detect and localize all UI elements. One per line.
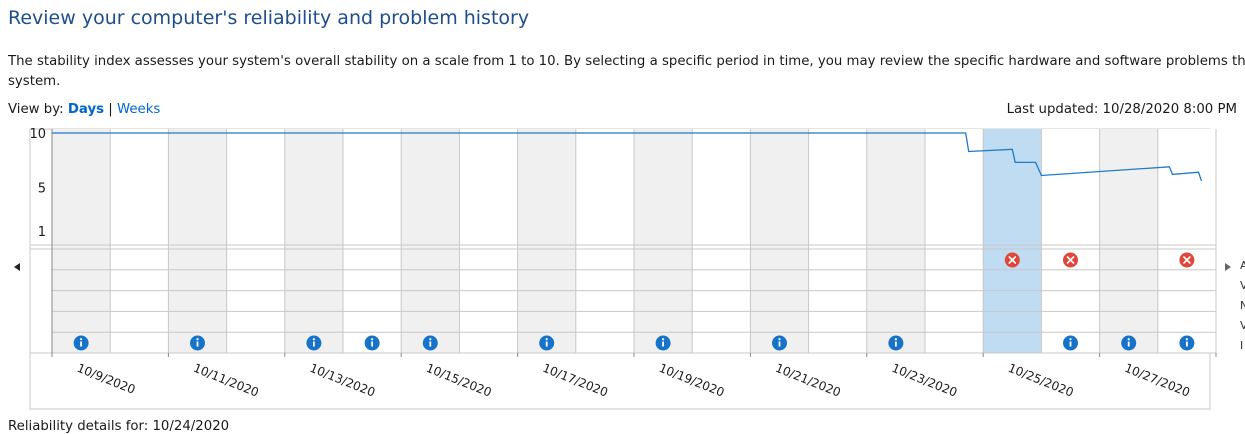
view-by-days-link[interactable]: Days <box>68 102 104 117</box>
information-event-icon[interactable] <box>190 335 205 351</box>
day-column[interactable] <box>401 129 460 353</box>
day-column[interactable] <box>1099 129 1158 353</box>
y-axis-ticks: 10 5 1 <box>29 127 46 240</box>
view-by-label: View by: <box>8 102 64 117</box>
x-axis-date-label: 10/23/2020 <box>890 361 959 400</box>
peek-letter: V <box>1240 279 1245 292</box>
x-axis-date-label: 10/27/2020 <box>1123 361 1192 400</box>
information-event-icon[interactable] <box>1179 335 1195 351</box>
x-axis-date-label: 10/15/2020 <box>424 361 493 400</box>
day-column[interactable] <box>808 129 867 353</box>
information-event-icon[interactable] <box>539 335 555 351</box>
day-column[interactable] <box>925 129 984 353</box>
day-column[interactable] <box>343 129 402 353</box>
day-column[interactable] <box>110 129 169 353</box>
y-tick-label: 10 <box>29 127 46 142</box>
y-tick-label: 1 <box>38 225 46 240</box>
page-title: Review your computer's reliability and p… <box>8 7 530 29</box>
peek-letter: A <box>1240 259 1245 272</box>
peek-letter: V <box>1240 319 1245 332</box>
day-column[interactable] <box>1157 129 1216 353</box>
description-line-1: The stability index assesses your system… <box>8 54 1245 69</box>
information-event-icon[interactable] <box>364 335 380 351</box>
information-event-icon[interactable] <box>422 335 438 351</box>
day-column[interactable] <box>284 129 343 353</box>
x-axis-date-label: 10/13/2020 <box>308 361 377 400</box>
day-column[interactable] <box>634 129 693 353</box>
x-axis-date-label: 10/19/2020 <box>657 361 726 400</box>
critical-error-icon[interactable] <box>1004 252 1020 268</box>
reliability-chart[interactable]: 10 5 1 10/9/2020 10/11/2020 10/13/2020 10/15/… <box>0 127 1245 417</box>
information-event-icon[interactable] <box>73 335 89 351</box>
information-event-icon[interactable] <box>888 335 904 351</box>
x-axis-date-label: 10/9/2020 <box>75 361 137 397</box>
page-description: The stability index assesses your system… <box>8 52 1245 92</box>
view-by-separator: | <box>108 102 113 117</box>
peek-letter: N <box>1240 299 1245 312</box>
day-column[interactable] <box>459 129 518 353</box>
description-line-2: system. <box>8 74 61 89</box>
information-event-icon[interactable] <box>1063 335 1078 351</box>
information-event-icon[interactable] <box>1121 335 1137 351</box>
view-by-selector: View by: Days | Weeks <box>8 102 160 117</box>
day-column[interactable] <box>575 129 634 353</box>
x-axis-date-label: 10/17/2020 <box>541 361 610 400</box>
day-column[interactable] <box>692 129 751 353</box>
y-tick-label: 5 <box>38 181 46 196</box>
information-event-icon[interactable] <box>772 335 787 351</box>
day-column[interactable] <box>517 129 576 353</box>
information-event-icon[interactable] <box>306 335 322 351</box>
peek-letter: I <box>1240 339 1244 352</box>
x-axis-date-label: 10/25/2020 <box>1006 361 1075 400</box>
critical-error-icon[interactable] <box>1179 252 1195 268</box>
day-column[interactable] <box>168 129 227 353</box>
information-event-icon[interactable] <box>655 335 671 351</box>
x-axis-date-label: 10/21/2020 <box>773 361 842 400</box>
day-column[interactable] <box>1041 129 1100 353</box>
scroll-right-arrow[interactable] <box>1225 263 1231 271</box>
day-column[interactable] <box>750 129 809 353</box>
x-axis-labels: 10/9/2020 10/11/2020 10/13/2020 10/15/2020 1… <box>75 361 1192 400</box>
scroll-left-arrow[interactable] <box>14 263 20 271</box>
view-by-weeks-link[interactable]: Weeks <box>117 102 160 117</box>
last-updated-text: Last updated: 10/28/2020 8:00 PM <box>1006 102 1237 117</box>
critical-error-icon[interactable] <box>1063 252 1078 268</box>
x-axis-date-label: 10/11/2020 <box>191 361 260 400</box>
day-column[interactable] <box>52 129 111 353</box>
day-column[interactable] <box>226 129 285 353</box>
details-panel-peek: AVNVI <box>1240 256 1245 356</box>
day-column[interactable] <box>866 129 925 353</box>
